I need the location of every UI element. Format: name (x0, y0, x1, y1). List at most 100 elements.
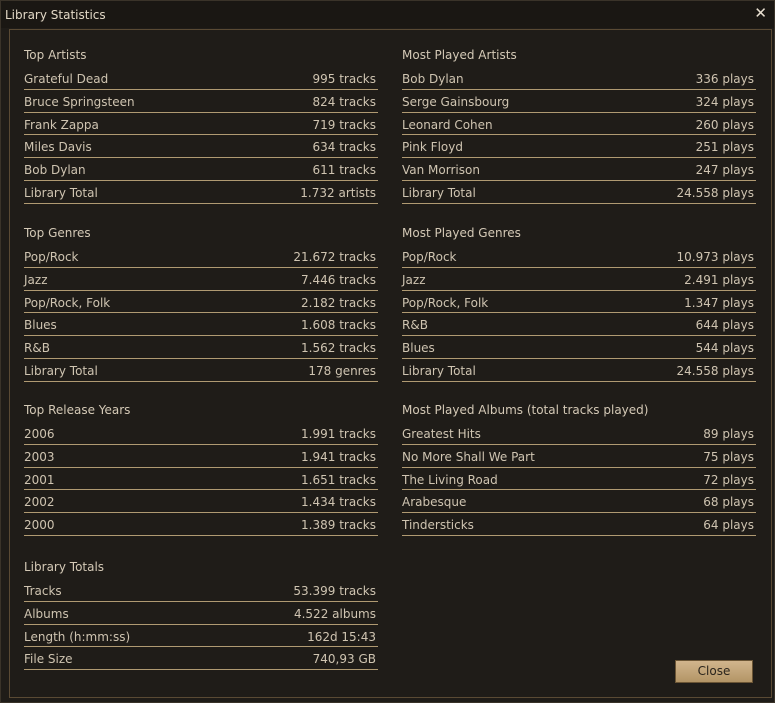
section-title: Top Artists (24, 48, 87, 62)
stat-value: 251 plays (695, 140, 754, 155)
stat-value: 634 tracks (312, 140, 376, 155)
stat-label: The Living Road (402, 472, 498, 487)
stat-label: Jazz (24, 272, 48, 287)
top-genres-section: Top Genres Pop/Rock 21.672 tracks Jazz 7.446… (24, 225, 378, 385)
stat-row: Van Morrison 247 plays (402, 161, 756, 184)
stat-row: Bob Dylan 611 tracks (24, 161, 378, 184)
stat-value: 611 tracks (312, 163, 376, 178)
stat-label: Library Total (402, 185, 476, 200)
stat-label: Pop/Rock (402, 250, 457, 264)
stat-row: R&B 644 plays (402, 316, 756, 339)
stat-row: Bob Dylan 336 plays (402, 70, 756, 93)
stat-value: 24.558 plays (676, 185, 754, 200)
section-title: Most Played Albums (total tracks played) (402, 403, 649, 417)
stat-value: 68 plays (703, 495, 754, 510)
stat-value: 1.608 tracks (301, 318, 376, 333)
stat-row: 2003 1.941 tracks (24, 448, 378, 471)
most-played-albums-section: Most Played Albums (total tracks played)… (402, 402, 756, 539)
stat-value: 10.973 plays (676, 250, 754, 264)
stat-label: Albums (24, 606, 69, 621)
most-played-genres-section: Most Played Genres Pop/Rock 10.973 plays Ja… (402, 225, 756, 385)
stat-value: 1.347 plays (684, 295, 754, 310)
stat-row: Leonard Cohen 260 plays (402, 116, 756, 139)
stat-row: Arabesque 68 plays (402, 493, 756, 516)
stat-row: Pop/Rock, Folk 1.347 plays (402, 294, 756, 317)
stat-label: Van Morrison (402, 163, 480, 178)
stat-value: 719 tracks (312, 117, 376, 132)
stat-row: File Size 740,93 GB (24, 650, 378, 673)
stat-row: Pop/Rock 21.672 tracks (24, 248, 378, 271)
window-title: Library Statistics (5, 8, 106, 22)
stat-label: 2003 (24, 449, 55, 464)
stat-row: Library Total 24.558 plays (402, 184, 756, 207)
top-release-years-section: Top Release Years 2006 1.991 tracks 2003 1.9… (24, 402, 378, 539)
close-icon[interactable]: ✕ (754, 4, 767, 22)
stat-row: Pop/Rock 10.973 plays (402, 248, 756, 271)
stat-value: 544 plays (695, 341, 754, 356)
stat-value: 1.732 artists (300, 185, 376, 200)
stat-value: 162d 15:43 (307, 629, 376, 644)
stat-row: Blues 1.608 tracks (24, 316, 378, 339)
library-totals-section: Library Totals Tracks 53.399 tracks Albums 4… (24, 559, 378, 673)
stat-label: 2006 (24, 427, 55, 441)
stat-label: Blues (402, 341, 435, 356)
stat-label: Grateful Dead (24, 72, 109, 86)
section-title: Most Played Artists (402, 48, 517, 62)
stat-label: Library Total (24, 185, 98, 200)
stat-row: Blues 544 plays (402, 339, 756, 362)
stat-value: 178 genres (308, 363, 376, 378)
stat-label: 2002 (24, 495, 55, 510)
library-statistics-window: Library Statistics ✕ Top Artists Grateful… (0, 0, 775, 703)
stat-label: File Size (24, 652, 73, 667)
stat-row: 2000 1.389 tracks (24, 516, 378, 539)
close-button[interactable]: Close (675, 660, 753, 683)
stat-value: 21.672 tracks (293, 250, 376, 264)
stat-value: 1.991 tracks (301, 427, 376, 441)
stat-value: 247 plays (695, 163, 754, 178)
stat-value: 1.651 tracks (301, 472, 376, 487)
stat-row: Jazz 7.446 tracks (24, 271, 378, 294)
stat-row: Library Total 1.732 artists (24, 184, 378, 207)
stat-label: Frank Zappa (24, 117, 99, 132)
stat-row: Miles Davis 634 tracks (24, 138, 378, 161)
stat-label: Bob Dylan (24, 163, 86, 178)
stat-value: 1.562 tracks (301, 341, 376, 356)
stat-row: Bruce Springsteen 824 tracks (24, 93, 378, 116)
stat-label: Bob Dylan (402, 72, 464, 86)
stat-row: Library Total 178 genres (24, 362, 378, 385)
stat-label: Leonard Cohen (402, 117, 493, 132)
stat-label: Library Total (402, 363, 476, 378)
stat-row: 2002 1.434 tracks (24, 493, 378, 516)
stat-label: R&B (402, 318, 428, 333)
stat-row: Serge Gainsbourg 324 plays (402, 93, 756, 116)
stat-value: 644 plays (695, 318, 754, 333)
stat-row: Library Total 24.558 plays (402, 362, 756, 385)
stat-label: Bruce Springsteen (24, 94, 135, 109)
stat-label: Arabesque (402, 495, 467, 510)
stat-label: 2001 (24, 472, 55, 487)
stat-label: Tindersticks (402, 518, 474, 533)
stat-label: Pop/Rock, Folk (24, 295, 111, 310)
stat-row: Jazz 2.491 plays (402, 271, 756, 294)
stat-value: 7.446 tracks (301, 272, 376, 287)
stat-row: Greatest Hits 89 plays (402, 425, 756, 448)
stat-label: Greatest Hits (402, 427, 481, 441)
stat-row: Pink Floyd 251 plays (402, 138, 756, 161)
stat-row: Albums 4.522 albums (24, 605, 378, 628)
stat-label: Tracks (24, 584, 62, 598)
stat-value: 24.558 plays (676, 363, 754, 378)
stat-value: 740,93 GB (312, 652, 376, 667)
stat-value: 64 plays (703, 518, 754, 533)
stat-label: R&B (24, 341, 50, 356)
stat-row: Frank Zappa 719 tracks (24, 116, 378, 139)
section-title: Most Played Genres (402, 226, 521, 240)
stat-value: 995 tracks (312, 72, 376, 86)
section-title: Top Release Years (24, 403, 131, 417)
stat-value: 4.522 albums (293, 606, 376, 621)
stat-value: 72 plays (703, 472, 754, 487)
stat-value: 2.182 tracks (301, 295, 376, 310)
stat-value: 89 plays (703, 427, 754, 441)
stat-label: Pink Floyd (402, 140, 463, 155)
stat-label: Jazz (402, 272, 426, 287)
stat-value: 75 plays (703, 449, 754, 464)
